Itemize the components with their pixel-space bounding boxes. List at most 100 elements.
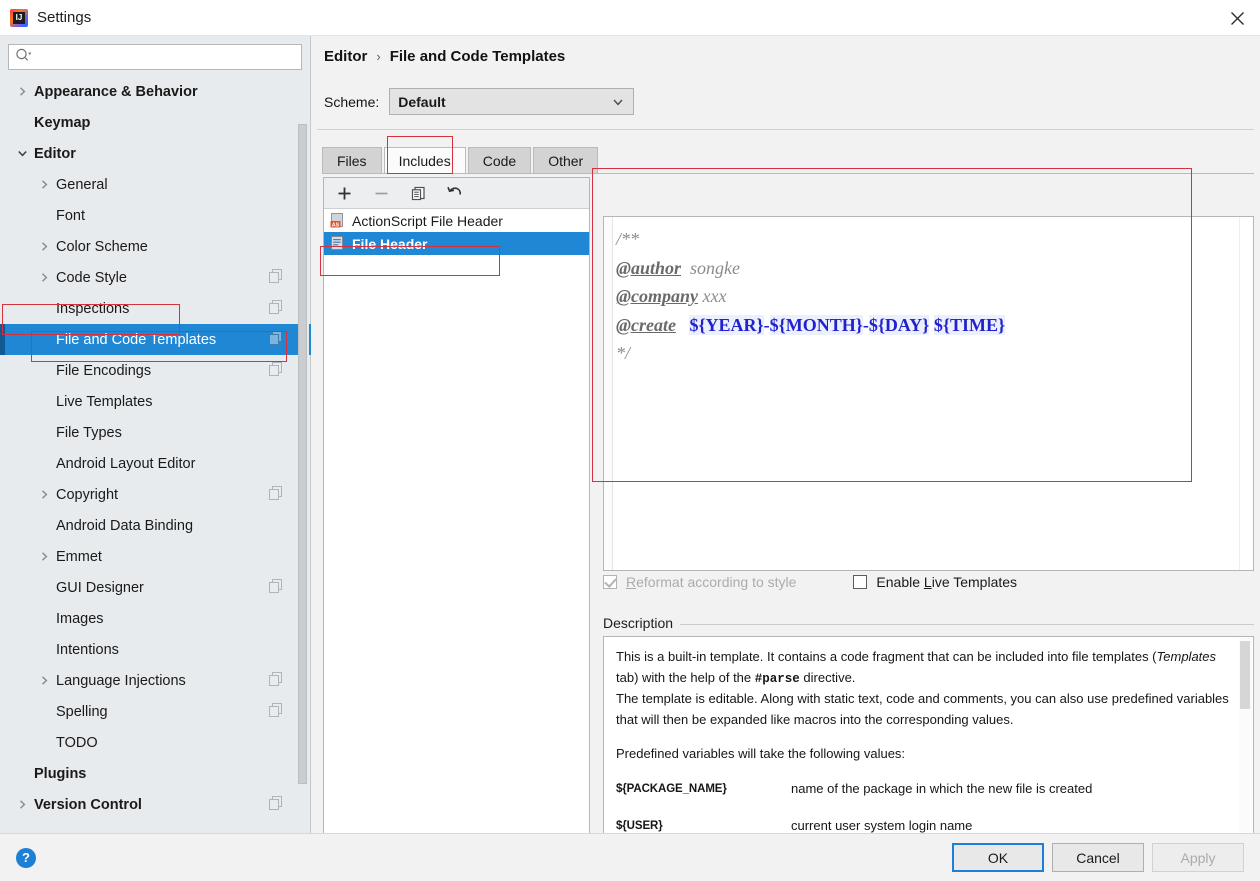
sidebar-item-todo[interactable]: TODO [0,727,311,758]
settings-tree: Appearance & Behavior Keymap Editor General… [0,76,311,833]
sidebar-item-label: Spelling [56,703,108,720]
sidebar-scrollbar-thumb[interactable] [298,124,307,784]
sidebar-item-code-style[interactable]: Code Style [0,262,311,293]
list-item[interactable]: File Header [324,232,589,255]
cancel-button[interactable]: Cancel [1052,843,1144,872]
undo-icon[interactable] [445,183,465,203]
sidebar-item-label: Keymap [34,114,91,131]
sidebar-item-label: Version Control [34,796,142,813]
sidebar-item-file-and-code-templates[interactable]: File and Code Templates [0,324,311,355]
search-input[interactable] [34,46,295,68]
sidebar-item-file-encodings[interactable]: File Encodings [0,355,311,386]
scheme-row: Scheme: Default [324,88,635,115]
chevron-right-icon[interactable] [36,270,52,286]
sidebar-item-file-types[interactable]: File Types [0,417,311,448]
close-icon[interactable] [1214,0,1260,36]
sidebar-item-live-templates[interactable]: Live Templates [0,386,311,417]
code-segment-comment: xxx [697,286,727,306]
chevron-down-icon [611,95,625,112]
sidebar-item-font[interactable]: Font [0,200,311,231]
chevron-right-icon[interactable] [36,549,52,565]
editor-options-row: Reformat according to style Enable Live … [603,574,1017,590]
help-icon[interactable]: ? [16,848,36,868]
add-button[interactable] [334,183,354,203]
chevron-right-icon[interactable] [36,673,52,689]
template-editor-panel[interactable]: /** @author songke @company xxx @create ${Y… [603,216,1254,571]
sidebar-item-label: GUI Designer [56,579,144,596]
sidebar-item-plugins[interactable]: Plugins [0,758,311,789]
scheme-dropdown[interactable]: Default [389,88,635,115]
description-scrollbar-track[interactable] [1239,638,1252,855]
code-segment-tag: @author [616,257,682,278]
sidebar-item-label: Color Scheme [56,238,148,255]
sidebar-scrollbar-track[interactable] [298,76,309,833]
copy-settings-icon [269,331,283,346]
sidebar-item-color-scheme[interactable]: Color Scheme [0,231,311,262]
list-item-label: ActionScript File Header [352,212,503,229]
sidebar-item-label: Editor [34,145,76,162]
sidebar-item-label: Intentions [56,641,119,658]
sidebar-item-label: General [56,176,108,193]
live-templates-checkbox-label[interactable]: Enable Live Templates [876,574,1017,590]
settings-content-pane: Editor › File and Code Templates Scheme:… [311,36,1260,856]
remove-button[interactable] [371,183,391,203]
tab-code[interactable]: Code [467,147,532,174]
sidebar-item-android-data-binding[interactable]: Android Data Binding [0,510,311,541]
variable-name: ${PACKAGE_NAME} [616,782,727,795]
ok-button[interactable]: OK [952,843,1044,872]
tab-other[interactable]: Other [533,147,599,174]
sidebar-item-version-control[interactable]: Version Control [0,789,311,820]
chevron-down-icon[interactable] [14,146,30,162]
description-paragraph-2: The template is editable. Along with sta… [616,691,1229,727]
copy-settings-icon [269,300,283,315]
chevron-right-icon[interactable] [14,84,30,100]
live-templates-checkbox[interactable] [853,575,868,589]
editor-scrollbar[interactable] [1239,217,1253,570]
sidebar-item-inspections[interactable]: Inspections [0,293,311,324]
copy-settings-icon [269,703,283,718]
sidebar-item-editor[interactable]: Editor [0,138,311,169]
sidebar-item-general[interactable]: General [0,169,311,200]
tab-files[interactable]: Files [322,147,382,174]
breadcrumb-parent[interactable]: Editor [324,48,367,65]
copy-settings-icon [269,796,283,811]
chevron-right-icon[interactable] [36,177,52,193]
tab-includes[interactable]: Includes [383,147,466,174]
sidebar-item-language-injections[interactable]: Language Injections [0,665,311,696]
sidebar-item-label: Font [56,207,86,224]
template-code-text[interactable]: /** @author songke @company xxx @create ${Y… [616,225,1237,368]
description-paragraph-1: This is a built-in template. It contains… [616,647,1239,689]
sidebar-item-android-layout-editor[interactable]: Android Layout Editor [0,448,311,479]
code-segment-comment: */ [616,343,631,363]
chevron-right-icon[interactable] [36,239,52,255]
chevron-right-icon[interactable] [14,797,30,813]
list-item[interactable]: AS ActionScript File Header [324,209,589,232]
description-paragraph-3: Predefined variables will take the follo… [616,746,906,761]
intellij-idea-logo [10,8,28,27]
sidebar-item-label: Images [56,610,104,627]
reformat-checkbox-label: Reformat according to style [626,574,797,590]
sidebar-item-emmet[interactable]: Emmet [0,541,311,572]
sidebar-item-label: Android Layout Editor [56,455,196,472]
search-box[interactable] [8,44,302,70]
copy-icon[interactable] [408,183,428,203]
chevron-right-icon[interactable] [36,487,52,503]
actionscript-file-icon: AS [330,213,345,228]
sidebar-item-copyright[interactable]: Copyright [0,479,311,510]
sidebar-item-images[interactable]: Images [0,603,311,634]
sidebar-item-label: Copyright [56,486,119,503]
sidebar-item-label: Code Style [56,269,127,286]
description-divider [603,624,1254,625]
sidebar-item-intentions[interactable]: Intentions [0,634,311,665]
sidebar-item-spelling[interactable]: Spelling [0,696,311,727]
sidebar-item-appearance-behavior[interactable]: Appearance & Behavior [0,76,311,107]
sidebar-item-keymap[interactable]: Keymap [0,107,311,138]
file-template-icon [330,236,345,251]
dialog-footer: ? OK Cancel Apply [0,833,1260,881]
sidebar-item-gui-designer[interactable]: GUI Designer [0,572,311,603]
description-scrollbar-thumb[interactable] [1240,641,1250,709]
